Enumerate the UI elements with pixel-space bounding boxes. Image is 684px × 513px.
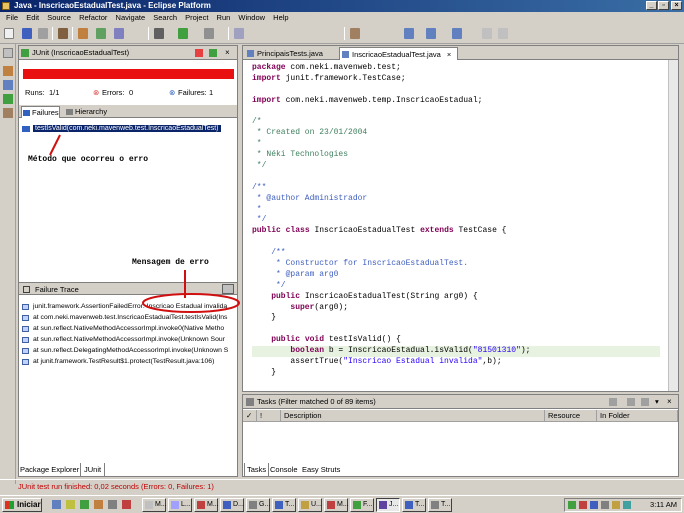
taskbar-task[interactable]: F... <box>350 498 374 512</box>
tray-icon[interactable] <box>623 501 631 509</box>
code-line: * @author Administrador <box>252 193 368 203</box>
quicklaunch-icon[interactable] <box>94 500 103 509</box>
code-line: import com.neki.mavenweb.temp.InscricaoE… <box>252 95 483 105</box>
code-line: package com.neki.mavenweb.test; <box>252 63 401 72</box>
col-in-folder[interactable]: In Folder <box>597 410 678 422</box>
windows-logo-icon <box>5 501 14 509</box>
col-complete[interactable]: ✓ <box>243 410 257 422</box>
right-bottom-tabs: Tasks Console Easy Struts <box>242 463 679 477</box>
system-tray: 3:11 AM <box>564 498 682 512</box>
code-line: boolean b = InscricaoEstadual.isValid("8… <box>252 346 660 358</box>
tasks-columns: ✓ ! Description Resource In Folder <box>243 410 678 422</box>
annotation-ellipse <box>142 293 240 313</box>
tasks-icon <box>246 398 254 406</box>
editor-tabs: PrincipaisTests.java InscricaoEstadualTe… <box>243 46 678 60</box>
tab-tasks[interactable]: Tasks <box>244 463 270 477</box>
taskbar-task[interactable]: D... <box>220 498 244 512</box>
filter-icon[interactable] <box>641 398 649 406</box>
delete-task-icon[interactable] <box>627 398 635 406</box>
taskbar-task[interactable]: T... <box>428 498 452 512</box>
code-line: * Constructor for InscricaoEstadualTest. <box>252 259 469 269</box>
status-bar: JUnit test run finished: 0,02 seconds (E… <box>0 479 684 493</box>
taskbar-task[interactable]: M... <box>324 498 349 512</box>
code-line: */ <box>252 280 286 290</box>
taskbar-task-active[interactable]: J... <box>376 498 400 512</box>
taskbar-task[interactable]: M... <box>142 498 167 512</box>
quicklaunch-icon[interactable] <box>122 500 131 509</box>
taskbar-task[interactable]: U... <box>298 498 322 512</box>
col-description[interactable]: Description <box>281 410 545 422</box>
clock: 3:11 AM <box>650 500 677 509</box>
quicklaunch-icon[interactable] <box>80 500 89 509</box>
quicklaunch-icon[interactable] <box>108 500 117 509</box>
code-line: assertTrue("Inscricao Estadual invalida"… <box>252 357 502 367</box>
tasks-title: Tasks (Filter matched 0 of 89 items) <box>257 397 376 406</box>
close-view-icon[interactable]: × <box>667 395 672 409</box>
tab-easy-struts[interactable]: Easy Struts <box>302 463 340 476</box>
code-line: } <box>252 313 277 323</box>
code-line: /** <box>252 248 286 258</box>
code-line: */ <box>252 215 267 225</box>
col-priority[interactable]: ! <box>257 410 281 422</box>
col-resource[interactable]: Resource <box>545 410 597 422</box>
java-file-icon <box>247 50 254 57</box>
tab-console[interactable]: Console <box>270 463 298 476</box>
left-bottom-tabs: Package Explorer JUnit <box>18 463 238 477</box>
annotation-arrow-method <box>49 134 61 156</box>
taskbar-task[interactable]: M... <box>194 498 219 512</box>
code-line: * Created on 23/01/2004 <box>252 128 368 138</box>
code-line: } <box>252 367 277 377</box>
tray-icon[interactable] <box>612 501 620 509</box>
code-line: */ <box>252 161 267 171</box>
tray-icon[interactable] <box>579 501 587 509</box>
tray-icon[interactable] <box>568 501 576 509</box>
tab-package-explorer[interactable]: Package Explorer <box>20 463 79 476</box>
taskbar-task[interactable]: T... <box>272 498 296 512</box>
code-line: import junit.framework.TestCase; <box>252 73 406 83</box>
code-area[interactable]: package com.neki.mavenweb.test; import ju… <box>252 63 660 379</box>
view-menu-icon[interactable]: ▾ <box>655 395 659 409</box>
code-line: super(arg0); <box>290 302 349 312</box>
code-line: * <box>252 139 262 149</box>
tab-junit[interactable]: JUnit <box>80 463 106 477</box>
tray-icon[interactable] <box>590 501 598 509</box>
tasks-header: Tasks (Filter matched 0 of 89 items) ▾ × <box>243 395 678 409</box>
code-line: * <box>252 204 262 214</box>
start-button[interactable]: Iniciar <box>2 498 42 512</box>
code-editor: PrincipaisTests.java InscricaoEstadualTe… <box>242 45 679 392</box>
code-line: /* <box>252 117 262 127</box>
code-line: * Néki Technologies <box>252 150 349 160</box>
code-line: public class InscricaoEstadualTest exten… <box>252 226 507 236</box>
tab-inscricao-estadual-test[interactable]: InscricaoEstadualTest.java × <box>339 47 459 60</box>
code-line: /** <box>252 182 267 192</box>
close-tab-icon[interactable]: × <box>447 50 451 59</box>
windows-taskbar: Iniciar M... L... M... D... G... T... U.… <box>0 495 684 513</box>
tray-icon[interactable] <box>601 501 609 509</box>
quicklaunch-icon[interactable] <box>52 500 61 509</box>
quicklaunch-icon[interactable] <box>66 500 75 509</box>
add-task-icon[interactable] <box>609 398 617 406</box>
taskbar-task[interactable]: G... <box>246 498 270 512</box>
code-line: public void testIsValid() { <box>271 335 401 345</box>
tab-principais-tests[interactable]: PrincipaisTests.java <box>245 47 329 60</box>
status-text: JUnit test run finished: 0,02 seconds (E… <box>18 482 214 491</box>
editor-scrollbar[interactable] <box>668 60 678 391</box>
code-line: public InscricaoEstadualTest(String arg0… <box>271 291 478 301</box>
taskbar-task[interactable]: T... <box>402 498 426 512</box>
taskbar-task[interactable]: L... <box>168 498 192 512</box>
code-line: * @param arg0 <box>252 269 339 279</box>
java-file-icon <box>342 51 349 58</box>
